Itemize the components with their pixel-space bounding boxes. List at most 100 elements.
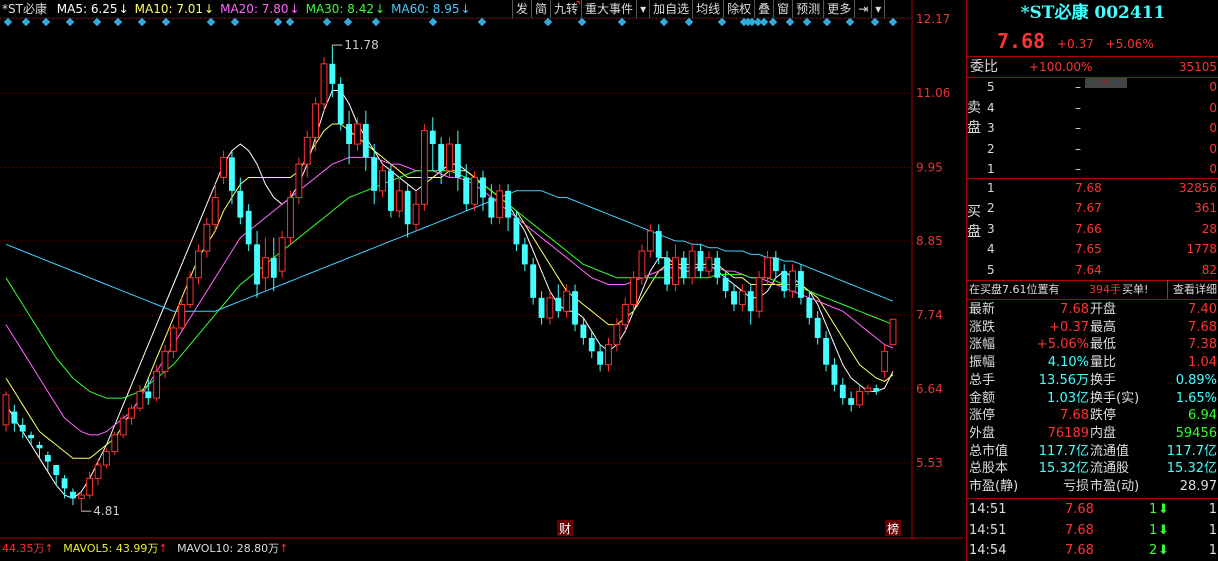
quote-panel: *ST必康 002411 7.68 +0.37 +5.06% 委比 +100.0… (966, 0, 1218, 561)
weibi-value: +100.00% (1029, 60, 1093, 74)
candle-body (646, 230, 654, 252)
toolbar-button[interactable]: 加自选 (650, 0, 694, 18)
view-detail-link[interactable]: 查看详细 (1167, 280, 1217, 300)
event-diamond[interactable] (3, 17, 13, 27)
sell-price: – (1075, 100, 1081, 115)
event-diamond[interactable] (659, 17, 669, 27)
candle-body (261, 257, 269, 279)
stat-value: +5.06% (1036, 337, 1089, 353)
event-diamond[interactable] (543, 17, 553, 27)
stat-row: 总手 13.56万 换手 0.89% (967, 372, 1218, 390)
arrow-down-icon: ⬇ (1158, 502, 1169, 517)
buy-level: 2 (987, 201, 995, 216)
buy-price: 7.68 (1075, 181, 1102, 195)
tick-time: 14:51 (969, 502, 1007, 517)
candle-body (237, 190, 244, 218)
stat-value: 13.56万 (1038, 372, 1089, 388)
candle-body (245, 210, 252, 245)
candle-body (672, 257, 679, 285)
candle-body (53, 465, 60, 476)
stat-row: 涨停 7.68 跌停 6.94 (967, 407, 1218, 425)
candle-body (496, 190, 504, 219)
toolbar-button[interactable]: 除权 (724, 0, 756, 18)
sell-level: 2 (987, 141, 995, 156)
buy-price: 7.66 (1075, 221, 1102, 236)
candle-body (337, 83, 344, 124)
mavol5-arrow-icon: ↑ (158, 542, 168, 555)
sell-volume: 0 (1209, 162, 1217, 176)
sell-level: 5 (987, 80, 995, 94)
candle-body (738, 290, 746, 306)
stat-label: 振幅 (969, 355, 996, 371)
candle-body (195, 250, 202, 279)
toolbar-button[interactable]: 九转 (551, 0, 583, 18)
buy-level: 1 (987, 181, 995, 195)
candle-body (680, 257, 687, 278)
event-diamond[interactable] (343, 17, 353, 27)
stat-label: 涨幅 (969, 337, 996, 353)
y-tick-label: 6.64 (916, 382, 943, 396)
candle-body (630, 277, 638, 306)
stat-label: 流通值 (1090, 443, 1130, 459)
stat-value: 4.10% (1047, 355, 1089, 371)
candle-body (505, 190, 512, 218)
toolbar-button[interactable]: 均线 (693, 0, 725, 18)
kline-chart[interactable]: 12.17 11.06 9.95 8.85 7.74 6.64 5.53 11.78 4.81 财… (0, 0, 965, 561)
candle-body (161, 350, 169, 372)
event-diamond[interactable] (768, 17, 778, 27)
stat-label: 最高 (1090, 319, 1117, 335)
stat-label: 最新 (969, 302, 996, 317)
toolbar-button[interactable]: 发 (513, 0, 533, 18)
toolbar-button[interactable]: 重大事件 (582, 0, 638, 18)
y-tick-label: 11.06 (916, 86, 950, 100)
candle-body (70, 491, 76, 499)
buy-volume: 82 (1201, 262, 1217, 277)
kline-svg[interactable]: 12.17 11.06 9.95 8.85 7.74 6.64 5.53 11.78 4.81 财… (0, 0, 965, 561)
candle-body (395, 190, 403, 212)
candle-body (597, 351, 604, 365)
toolbar-button[interactable]: 窗 (774, 0, 794, 18)
tick-count: 1 (1208, 502, 1217, 517)
stat-value: 7.68 (1060, 408, 1089, 424)
toolbar-button[interactable]: 简 (532, 0, 552, 18)
event-diamond[interactable] (759, 17, 769, 27)
ma-legend-item: MA20: 7.80 (220, 2, 289, 16)
mavol10-label: MAVOL10: 28.80万 (177, 542, 280, 555)
price-change: +0.37 (1057, 37, 1094, 51)
low-label: 4.81 (93, 504, 120, 518)
flag-icon (576, 1, 581, 5)
candle-body (705, 257, 713, 272)
event-diamond[interactable] (428, 17, 438, 27)
chevron-down-icon[interactable]: ▾ (872, 0, 886, 18)
stat-label: 内盘 (1090, 425, 1117, 441)
dropdown-arrow-icon[interactable]: ▾ (637, 0, 651, 18)
cai-marker[interactable]: 财 (559, 522, 571, 536)
candle-body (764, 257, 771, 279)
buy-volume: 361 (1194, 201, 1217, 216)
sell-level-row: 5 – 0 (967, 77, 1218, 97)
toolbar-button[interactable]: 更多 (824, 0, 856, 18)
bang-marker[interactable]: 榜 (887, 521, 899, 536)
candle-body (881, 350, 889, 372)
event-diamond[interactable] (371, 17, 381, 27)
candle-body (781, 271, 788, 292)
sell-level-row: 4 – 0 (967, 98, 1218, 118)
alert-buy: 买单! (1122, 283, 1149, 296)
mavol5-label: MAVOL5: 43.99万 (63, 542, 159, 555)
tick-row: 14:51 7.68 1 ⬇ 1 (967, 500, 1218, 520)
ma-legend-item: MA5: 6.25 (56, 2, 118, 16)
candle-body (136, 390, 144, 409)
event-diamond[interactable] (92, 17, 102, 27)
candle-body (530, 264, 537, 298)
stat-value: 亏损 (1062, 479, 1089, 494)
event-diamond[interactable] (888, 17, 898, 27)
buy-level: 5 (987, 262, 995, 277)
buy-price: 7.65 (1075, 242, 1102, 257)
stat-value: 15.32亿 (1166, 461, 1217, 477)
toolbar-button[interactable]: 叠 (755, 0, 775, 18)
candle-body (831, 364, 838, 385)
toolbar-button[interactable]: 预测 (793, 0, 825, 18)
candle-body (28, 434, 35, 439)
export-icon[interactable]: ⇥ (855, 0, 873, 18)
event-diamond[interactable] (684, 17, 694, 27)
